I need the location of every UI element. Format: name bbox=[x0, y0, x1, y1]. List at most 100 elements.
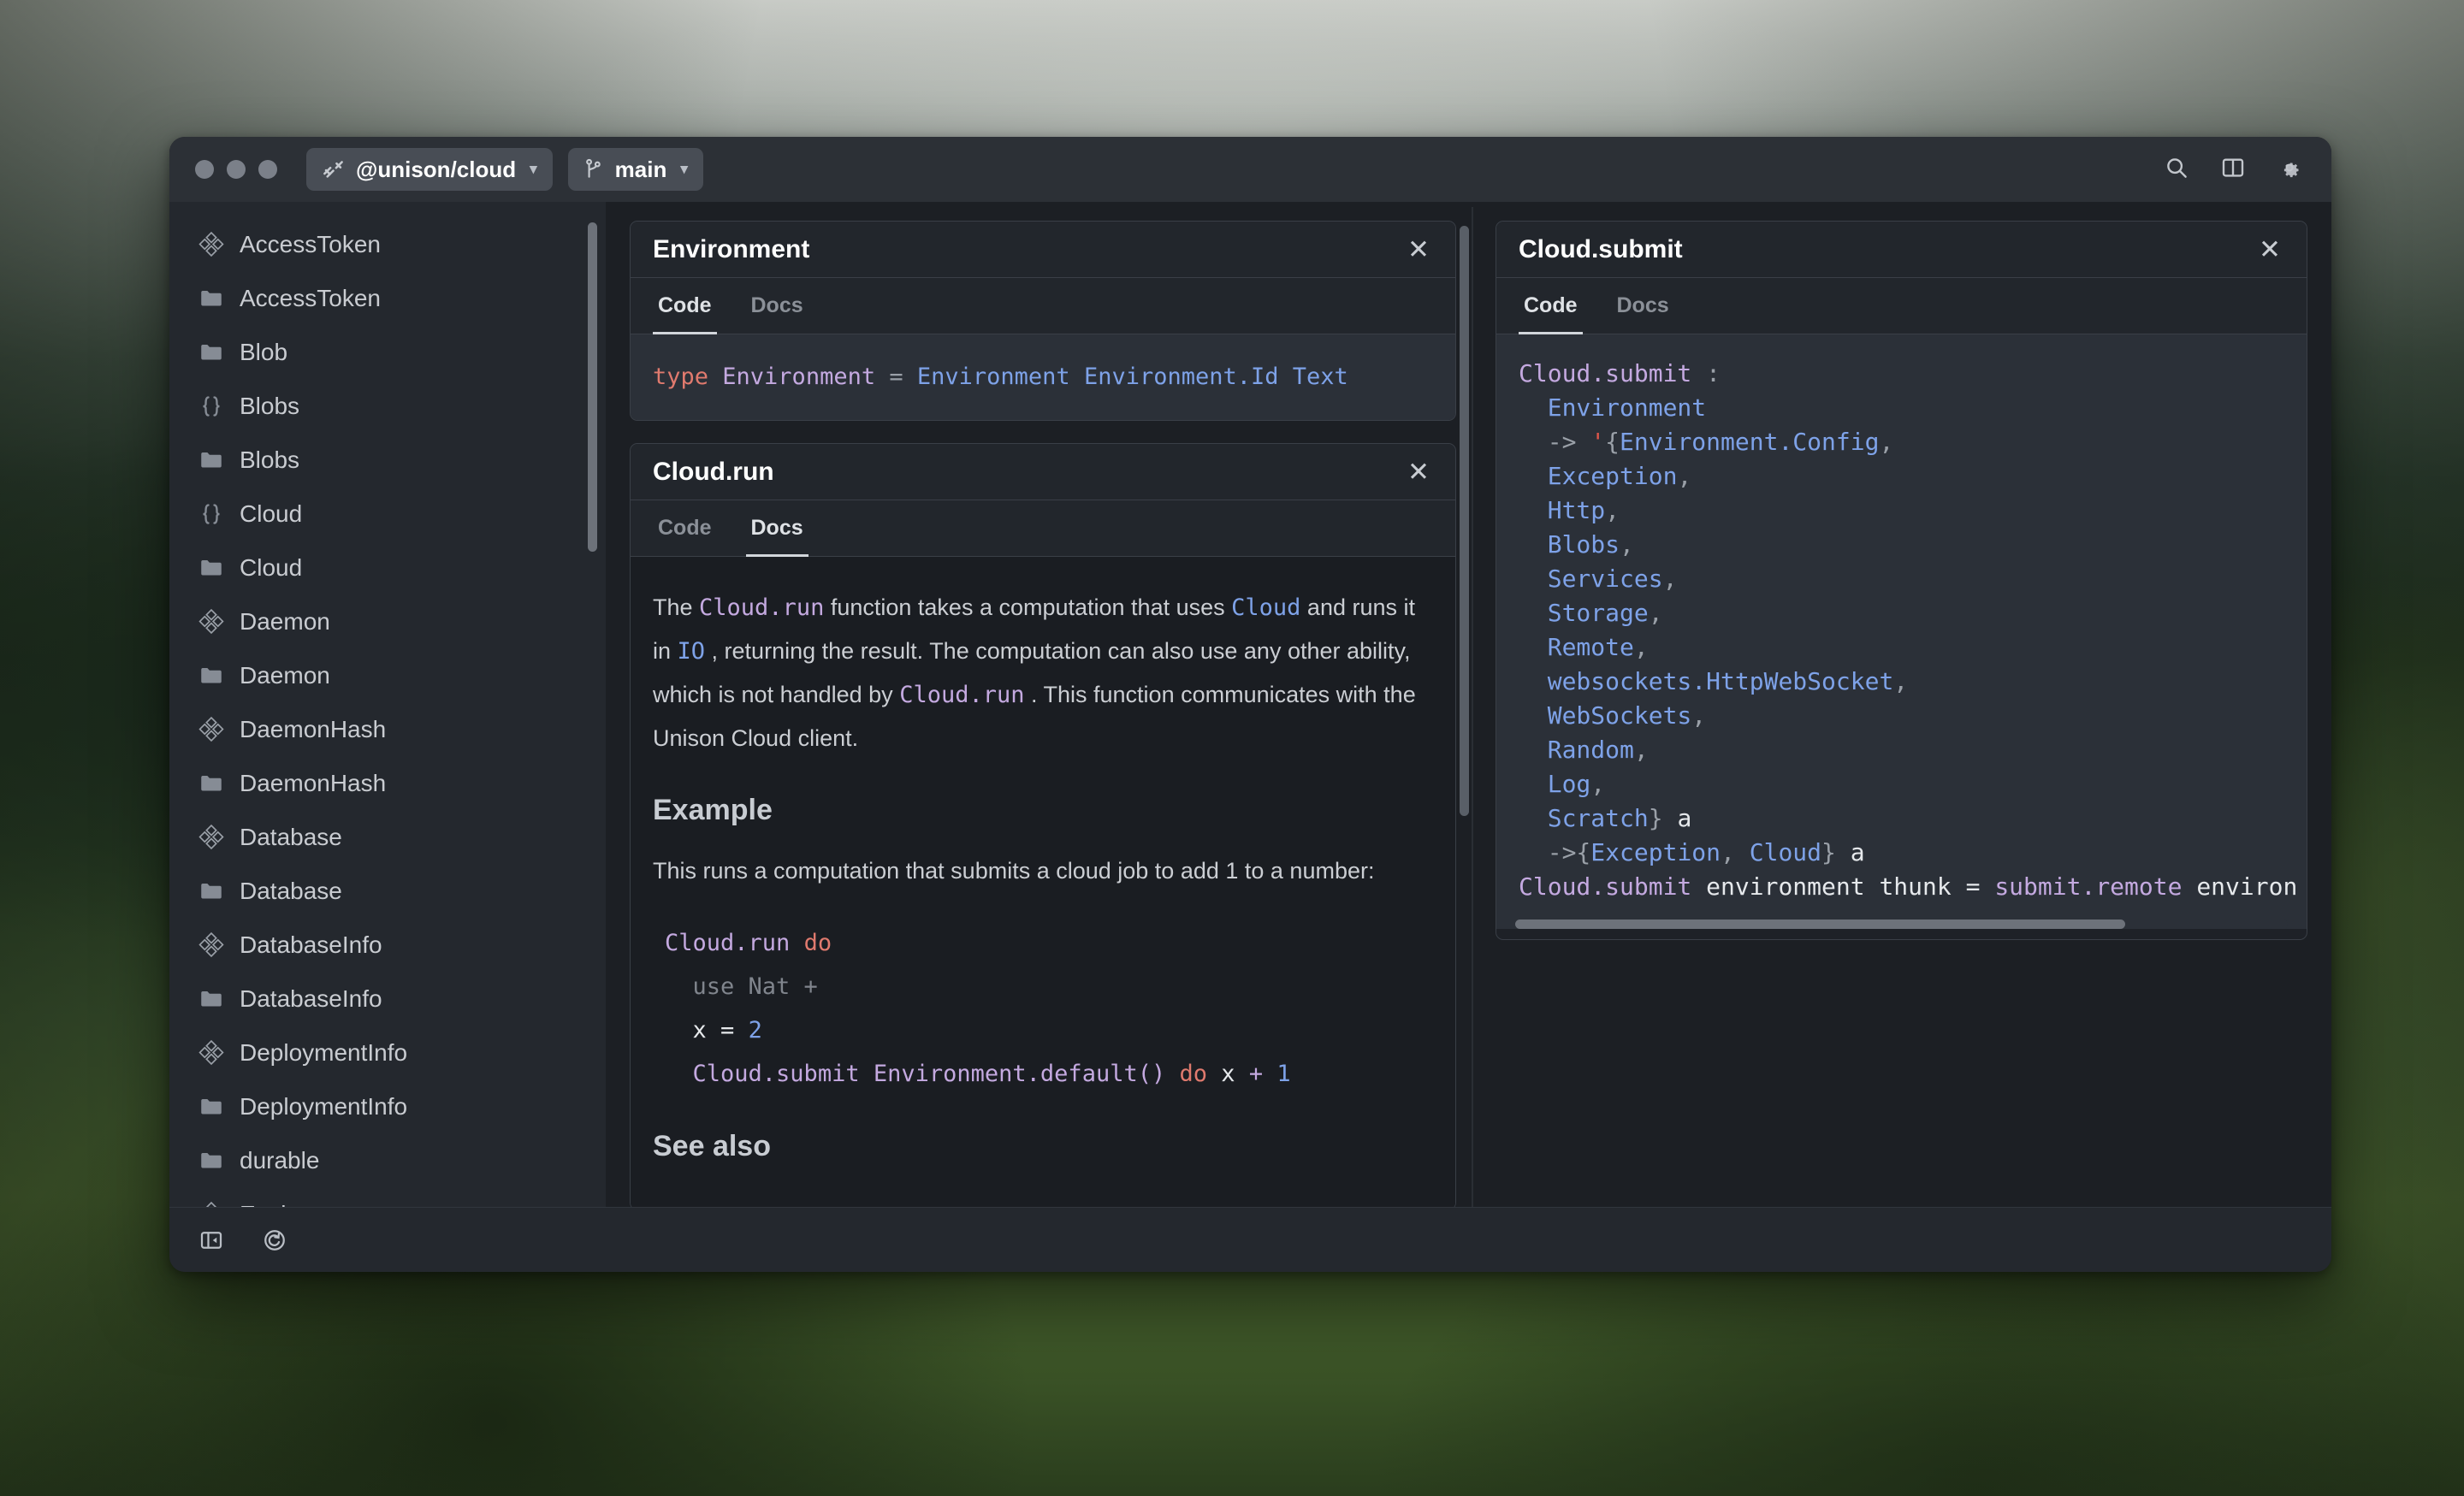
definitions-sidebar[interactable]: AccessTokenAccessTokenBlobBlobsBlobsClou… bbox=[169, 202, 606, 1207]
sidebar-item-blobs[interactable]: Blobs bbox=[169, 379, 606, 433]
code-token: 2 bbox=[749, 1017, 762, 1044]
code-horizontal-scrollbar[interactable] bbox=[1515, 919, 2288, 929]
code-token: , bbox=[1879, 428, 1893, 456]
code-token: } bbox=[1821, 838, 1836, 866]
sidebar-scrollbar[interactable] bbox=[588, 222, 597, 552]
code-token: Cloud.run bbox=[665, 930, 790, 956]
branch-selector[interactable]: main ▾ bbox=[568, 148, 703, 191]
code-line: Cloud.run do bbox=[665, 921, 1433, 965]
sidebar-item-daemonhash[interactable]: DaemonHash bbox=[169, 756, 606, 810]
close-icon[interactable]: ✕ bbox=[1402, 233, 1435, 266]
tab-docs[interactable]: Docs bbox=[1612, 279, 1674, 334]
code-token bbox=[1235, 1061, 1249, 1087]
chevron-down-icon: ▾ bbox=[530, 161, 537, 178]
code-token: environ bbox=[2182, 872, 2297, 901]
sidebar-item-deploymentinfo[interactable]: DeploymentInfo bbox=[169, 1026, 606, 1079]
sidebar-item-database[interactable]: Database bbox=[169, 810, 606, 864]
sidebar-item-label: AccessToken bbox=[240, 233, 381, 257]
type-icon bbox=[198, 1202, 224, 1208]
toggle-sidebar-icon[interactable] bbox=[198, 1227, 224, 1253]
namespace-icon bbox=[198, 663, 224, 689]
code-token: , bbox=[1649, 599, 1663, 627]
sidebar-item-cloud[interactable]: Cloud bbox=[169, 541, 606, 594]
code-line: Remote, bbox=[1519, 630, 2307, 665]
code-token: , bbox=[1620, 530, 1634, 559]
close-icon[interactable]: ✕ bbox=[2254, 233, 2286, 266]
definition-card-environment: Environment ✕ Code Docs type Environment… bbox=[630, 221, 1456, 421]
sidebar-item-deploymentinfo[interactable]: DeploymentInfo bbox=[169, 1079, 606, 1133]
code-token: a bbox=[1663, 804, 1692, 832]
window-body: AccessTokenAccessTokenBlobBlobsBlobsClou… bbox=[169, 202, 2331, 1207]
tab-code[interactable]: Code bbox=[1519, 279, 1583, 334]
sidebar-item-label: Database bbox=[240, 825, 342, 849]
code-line: ->{Exception, Cloud} a bbox=[1519, 836, 2307, 870]
namespace-icon bbox=[198, 340, 224, 365]
code-token bbox=[790, 930, 803, 956]
code-token: 1 bbox=[1276, 1061, 1290, 1087]
close-window-button[interactable] bbox=[195, 160, 214, 179]
namespace-icon bbox=[198, 555, 224, 581]
split-panel-icon[interactable] bbox=[2220, 155, 2246, 185]
code-token: , bbox=[1721, 838, 1750, 866]
code-line: Cloud.submit environment thunk = submit.… bbox=[1519, 870, 2307, 904]
code-token bbox=[1519, 496, 1548, 524]
sidebar-item-durable[interactable]: durable bbox=[169, 1133, 606, 1187]
namespace-icon bbox=[198, 986, 224, 1012]
middle-column-scrollbar[interactable] bbox=[1460, 226, 1469, 816]
zoom-window-button[interactable] bbox=[258, 160, 277, 179]
minimize-window-button[interactable] bbox=[227, 160, 246, 179]
code-token: do bbox=[1180, 1061, 1208, 1087]
desktop-wallpaper: @unison/cloud ▾ main ▾ bbox=[0, 0, 2464, 1496]
sidebar-item-daemon[interactable]: Daemon bbox=[169, 594, 606, 648]
code-line: Exception, bbox=[1519, 459, 2307, 494]
code-token: Cloud.submit bbox=[1519, 872, 1691, 901]
sidebar-item-databaseinfo[interactable]: DatabaseInfo bbox=[169, 918, 606, 972]
sidebar-item-accesstoken[interactable]: AccessToken bbox=[169, 217, 606, 271]
chevron-down-icon: ▾ bbox=[680, 161, 688, 178]
gear-icon[interactable] bbox=[2277, 155, 2302, 185]
code-token: websockets.HttpWebSocket bbox=[1548, 667, 1894, 695]
namespace-icon bbox=[198, 286, 224, 311]
sidebar-item-blobs[interactable]: Blobs bbox=[169, 433, 606, 487]
doc-code-block: Cloud.run do use Nat + x = 2 Cloud.submi… bbox=[653, 921, 1433, 1096]
sidebar-item-label: Daemon bbox=[240, 610, 330, 634]
code-token: { bbox=[1605, 428, 1620, 456]
doc-inline-code: Cloud bbox=[1231, 594, 1300, 621]
card-title: Cloud.submit bbox=[1519, 235, 2254, 264]
sidebar-item-databaseinfo[interactable]: DatabaseInfo bbox=[169, 972, 606, 1026]
code-token: ->{ bbox=[1548, 838, 1591, 866]
search-icon[interactable] bbox=[2164, 155, 2189, 185]
code-token bbox=[1263, 1061, 1276, 1087]
code-token bbox=[1519, 393, 1548, 422]
type-icon bbox=[198, 932, 224, 958]
sidebar-item-database[interactable]: Database bbox=[169, 864, 606, 918]
scrollbar-thumb[interactable] bbox=[1515, 919, 2125, 929]
sidebar-item-cloud[interactable]: Cloud bbox=[169, 487, 606, 541]
code-token: Environment.Id bbox=[1084, 364, 1279, 390]
tab-docs[interactable]: Docs bbox=[746, 501, 808, 557]
sidebar-item-blob[interactable]: Blob bbox=[169, 325, 606, 379]
sidebar-item-label: AccessToken bbox=[240, 287, 381, 310]
tab-docs[interactable]: Docs bbox=[746, 279, 808, 334]
sidebar-item-environment[interactable]: Environment bbox=[169, 1187, 606, 1207]
code-line: Random, bbox=[1519, 733, 2307, 767]
project-selector[interactable]: @unison/cloud ▾ bbox=[306, 148, 553, 191]
close-icon[interactable]: ✕ bbox=[1402, 455, 1435, 488]
sidebar-item-daemonhash[interactable]: DaemonHash bbox=[169, 702, 606, 756]
tab-code[interactable]: Code bbox=[653, 501, 717, 557]
code-token bbox=[1165, 1061, 1179, 1087]
sidebar-item-daemon[interactable]: Daemon bbox=[169, 648, 606, 702]
code-token: , bbox=[1691, 701, 1706, 730]
code-token: , bbox=[1893, 667, 1908, 695]
code-token: Environment bbox=[722, 364, 875, 390]
doc-paragraph: This runs a computation that submits a c… bbox=[653, 849, 1433, 892]
branch-selector-label: main bbox=[615, 157, 667, 183]
card-title: Cloud.run bbox=[653, 458, 1402, 487]
history-reset-icon[interactable] bbox=[262, 1227, 287, 1253]
type-icon bbox=[198, 232, 224, 257]
sidebar-item-accesstoken[interactable]: AccessToken bbox=[169, 271, 606, 325]
code-token: + bbox=[1249, 1061, 1263, 1087]
doc-heading-example: Example bbox=[653, 794, 1433, 827]
code-token: , bbox=[1634, 736, 1649, 764]
tab-code[interactable]: Code bbox=[653, 279, 717, 334]
